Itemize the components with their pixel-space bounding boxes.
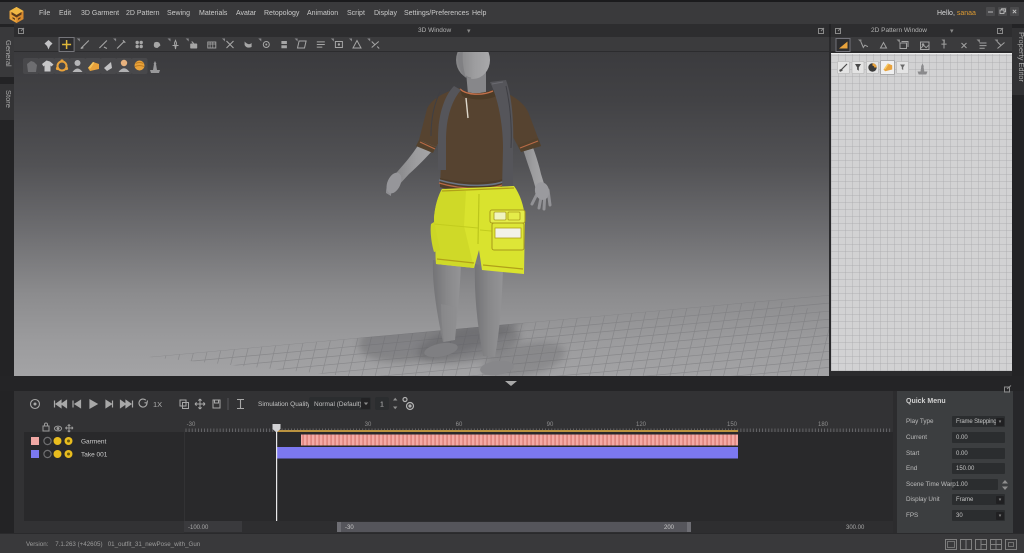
svg-text:300.00: 300.00 (846, 525, 865, 531)
svg-text:120: 120 (636, 422, 647, 428)
svg-text:Normal (Default): Normal (Default) (314, 401, 362, 408)
svg-text:Garment: Garment (81, 439, 106, 446)
svg-text:1X: 1X (153, 400, 162, 409)
svg-text:Take 001: Take 001 (81, 452, 108, 459)
svg-text:60: 60 (456, 422, 463, 428)
svg-text:90: 90 (547, 422, 554, 428)
svg-text:-100.00: -100.00 (188, 525, 209, 531)
svg-text:-30: -30 (187, 422, 196, 428)
svg-text:30: 30 (365, 422, 372, 428)
svg-text:-30: -30 (345, 525, 354, 531)
svg-text:180: 180 (818, 422, 829, 428)
svg-text:1: 1 (380, 402, 384, 409)
svg-text:150: 150 (727, 422, 738, 428)
svg-text:Simulation Quality: Simulation Quality (258, 401, 311, 408)
svg-text:200: 200 (664, 525, 675, 531)
